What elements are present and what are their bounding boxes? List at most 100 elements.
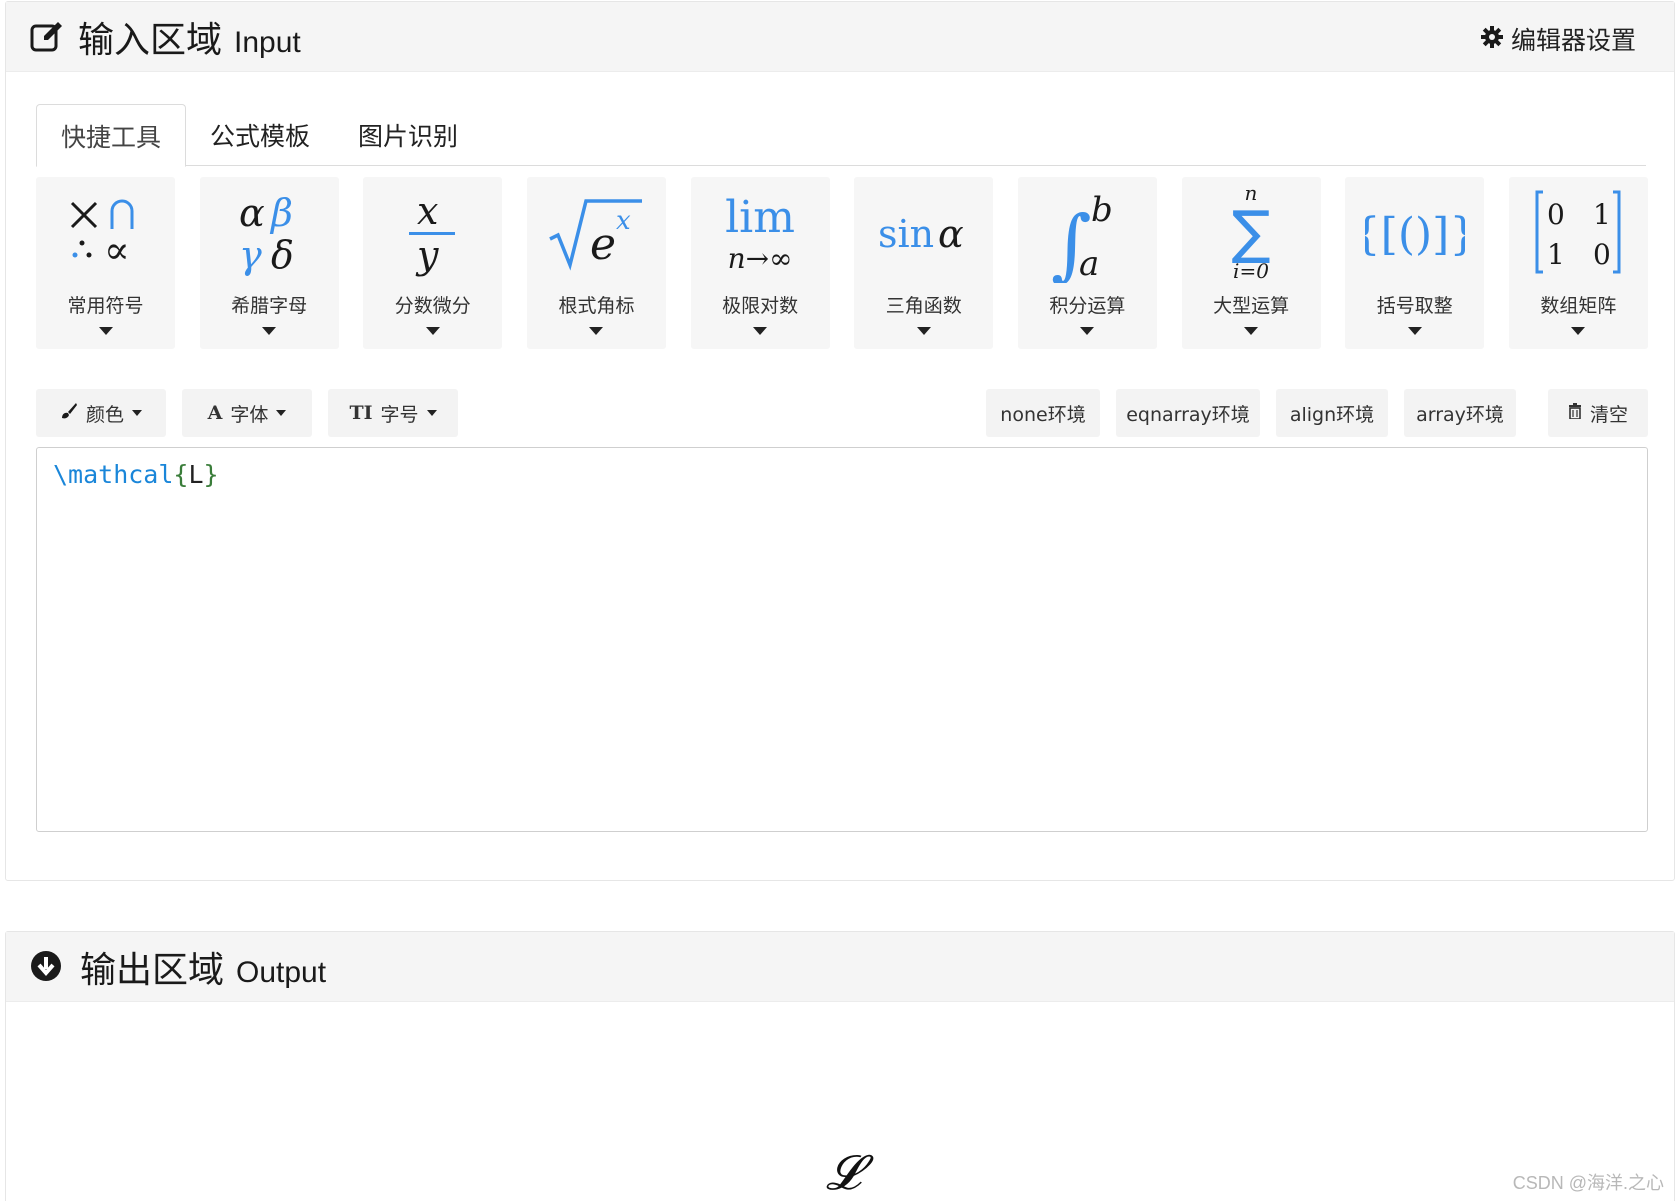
svg-text:lim: lim: [725, 192, 795, 243]
tool-brackets[interactable]: {[()]} 括号取整: [1345, 177, 1485, 349]
format-toolbar: 颜色 A 字体 TI 字号 none环境 eqnarray环境 align环境 …: [36, 389, 1648, 437]
tool-label: 三角函数: [885, 295, 962, 317]
svg-text:a: a: [1079, 244, 1099, 283]
svg-text:1: 1: [1593, 198, 1611, 231]
chevron-down-icon: [1080, 327, 1095, 335]
editor-token-open-brace: {: [173, 460, 189, 489]
font-label: 字体: [230, 403, 269, 426]
chevron-down-icon: [132, 410, 142, 416]
tool-limit[interactable]: lim n→∞ 极限对数: [690, 177, 830, 349]
svg-text:{[()]}: {[()]}: [1365, 209, 1465, 260]
tool-matrix[interactable]: 0 1 1 0 数组矩阵: [1508, 177, 1648, 349]
svg-text:α: α: [938, 212, 964, 256]
latex-editor[interactable]: \mathcal{L}: [36, 447, 1648, 832]
tool-greek-letters[interactable]: α β γ δ 希腊字母: [199, 177, 339, 349]
chevron-down-icon: [1244, 327, 1259, 335]
svg-text:e: e: [590, 219, 616, 270]
editor-token-command: \mathcal: [53, 460, 174, 489]
tool-grid: ∝ 常用符号 α β γ δ 希腊字母 x y 分数微分 e x 根式角标 li…: [36, 177, 1648, 352]
summation-icon: n ∑ i=0: [1182, 177, 1321, 289]
text-height-icon: TI: [349, 402, 373, 424]
font-dropdown[interactable]: A 字体: [182, 389, 312, 437]
svg-text:i=0: i=0: [1233, 259, 1269, 283]
input-title-en: Input: [234, 25, 301, 59]
chevron-down-icon: [276, 410, 287, 416]
integral-icon: ∫ b a: [1018, 177, 1157, 289]
svg-text:x: x: [417, 189, 438, 233]
arrow-down-circle-icon: [30, 950, 62, 982]
tool-label: 积分运算: [1049, 295, 1126, 317]
color-dropdown[interactable]: 颜色: [36, 389, 166, 437]
trig-icon: sin α: [854, 177, 993, 289]
chevron-down-icon: [589, 327, 604, 335]
brush-icon: [60, 402, 78, 425]
input-panel-title: 输入区域 Input: [30, 11, 301, 63]
svg-text:0: 0: [1547, 198, 1565, 231]
tab-formula-templates[interactable]: 公式模板: [186, 104, 334, 166]
font-icon: A: [207, 402, 223, 424]
editor-token-argument: L: [188, 460, 204, 489]
tab-image-recognition[interactable]: 图片识别: [334, 104, 482, 166]
limit-icon: lim n→∞: [691, 177, 830, 289]
svg-text:δ: δ: [271, 233, 294, 277]
tool-summation[interactable]: n ∑ i=0 大型运算: [1181, 177, 1321, 349]
matrix-icon: 0 1 1 0: [1509, 177, 1648, 289]
chevron-down-icon: [98, 327, 113, 335]
input-panel: 输入区域 Input 编辑器设置 快捷工具 公式模板 图片识别 ∝ 常用符号 α…: [5, 1, 1675, 881]
watermark: CSDN @海洋.之心: [1512, 1173, 1664, 1193]
svg-text:β: β: [269, 191, 293, 235]
tool-trig[interactable]: sin α 三角函数: [854, 177, 994, 349]
chevron-down-icon: [425, 327, 440, 335]
env-array-button[interactable]: array环境: [1404, 389, 1516, 437]
svg-text:α: α: [239, 191, 265, 235]
fraction-icon: x y: [363, 177, 502, 289]
svg-text:b: b: [1091, 190, 1113, 230]
env-none-button[interactable]: none环境: [986, 389, 1100, 437]
gear-icon: [1480, 25, 1503, 54]
output-title-en: Output: [236, 955, 327, 989]
brackets-icon: {[()]}: [1345, 177, 1484, 289]
svg-text:γ: γ: [239, 233, 262, 277]
tool-radical[interactable]: e x 根式角标: [526, 177, 666, 349]
tab-quick-tools[interactable]: 快捷工具: [36, 104, 187, 167]
color-label: 颜色: [85, 403, 124, 426]
tab-bar: 快捷工具 公式模板 图片识别: [36, 104, 1646, 167]
tool-label: 大型运算: [1213, 295, 1290, 317]
tool-label: 极限对数: [722, 295, 799, 317]
env-eqnarray-button[interactable]: eqnarray环境: [1116, 389, 1260, 437]
input-title-cn: 输入区域: [78, 19, 223, 61]
chevron-down-icon: [1407, 327, 1422, 335]
edit-icon: [30, 20, 64, 52]
input-panel-header: 输入区域 Input 编辑器设置: [6, 2, 1674, 72]
svg-text:∝: ∝: [104, 228, 130, 272]
common-symbols-icon: ∝: [36, 177, 175, 289]
trash-icon: [1568, 402, 1582, 424]
greek-letters-icon: α β γ δ: [200, 177, 339, 289]
editor-token-close-brace: }: [203, 460, 219, 489]
tool-label: 常用符号: [67, 295, 144, 317]
svg-text:∑: ∑: [1232, 198, 1271, 266]
tool-integral[interactable]: ∫ b a 积分运算: [1017, 177, 1157, 349]
rendered-formula: 𝓛: [826, 1145, 861, 1201]
chevron-down-icon: [753, 327, 768, 335]
tool-label: 分数微分: [394, 295, 471, 317]
size-label: 字号: [380, 403, 419, 426]
tool-fraction[interactable]: x y 分数微分: [363, 177, 503, 349]
tool-label: 括号取整: [1376, 295, 1453, 317]
output-panel-header: 输出区域 Output: [6, 932, 1674, 1002]
chevron-down-icon: [426, 410, 437, 416]
tool-common-symbols[interactable]: ∝ 常用符号: [36, 177, 175, 349]
svg-text:x: x: [616, 206, 631, 236]
output-title-cn: 输出区域: [80, 949, 225, 991]
tool-label: 根式角标: [558, 295, 635, 317]
svg-text:0: 0: [1593, 238, 1611, 271]
radical-icon: e x: [527, 177, 666, 289]
svg-text:y: y: [415, 233, 439, 277]
env-align-button[interactable]: align环境: [1276, 389, 1388, 437]
chevron-down-icon: [916, 327, 931, 335]
output-panel: 输出区域 Output 𝓛: [5, 931, 1675, 1201]
editor-settings-button[interactable]: 编辑器设置: [1480, 20, 1636, 58]
clear-label: 清空: [1589, 403, 1628, 426]
font-size-dropdown[interactable]: TI 字号: [328, 389, 458, 437]
clear-button[interactable]: 清空: [1548, 389, 1648, 437]
